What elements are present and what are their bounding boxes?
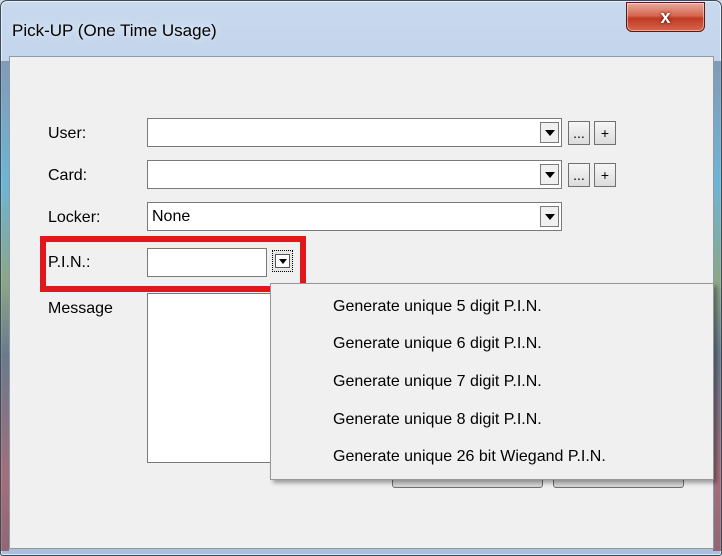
menu-item-6-digit[interactable]: Generate unique 6 digit P.I.N. (333, 335, 542, 353)
dialog-window: Pick-UP (One Time Usage) x User: ... + C… (0, 0, 722, 556)
menu-item-26-bit-wiegand[interactable]: Generate unique 26 bit Wiegand P.I.N. (333, 448, 606, 466)
window-frame-right (713, 61, 721, 551)
window-title: Pick-UP (One Time Usage) (12, 21, 217, 40)
card-label: Card: (48, 167, 88, 184)
card-add-button[interactable]: + (594, 163, 616, 187)
user-dropdown-button[interactable] (540, 122, 559, 143)
user-browse-button[interactable]: ... (568, 121, 590, 145)
card-dropdown-button[interactable] (540, 164, 559, 185)
card-combo[interactable] (147, 160, 562, 189)
message-textarea[interactable] (147, 293, 277, 463)
window-frame-left (1, 61, 9, 551)
locker-value: None (152, 208, 191, 225)
close-icon: x (660, 6, 671, 27)
close-button[interactable]: x (626, 2, 705, 32)
user-combo[interactable] (147, 118, 562, 147)
pin-highlight-annotation (40, 236, 306, 292)
message-label: Message (48, 300, 113, 317)
chevron-down-icon (544, 213, 555, 220)
locker-label: Locker: (48, 209, 101, 226)
user-label: User: (48, 125, 87, 142)
menu-item-7-digit[interactable]: Generate unique 7 digit P.I.N. (333, 373, 542, 391)
menu-item-5-digit[interactable]: Generate unique 5 digit P.I.N. (333, 298, 542, 316)
locker-dropdown-button[interactable] (540, 206, 559, 227)
chevron-down-icon (544, 129, 555, 136)
pin-generate-menu: Generate unique 5 digit P.I.N. Generate … (270, 283, 714, 480)
chevron-down-icon (544, 171, 555, 178)
user-add-button[interactable]: + (594, 121, 616, 145)
locker-combo[interactable]: None (147, 202, 562, 231)
menu-item-8-digit[interactable]: Generate unique 8 digit P.I.N. (333, 411, 542, 429)
card-browse-button[interactable]: ... (568, 163, 590, 187)
